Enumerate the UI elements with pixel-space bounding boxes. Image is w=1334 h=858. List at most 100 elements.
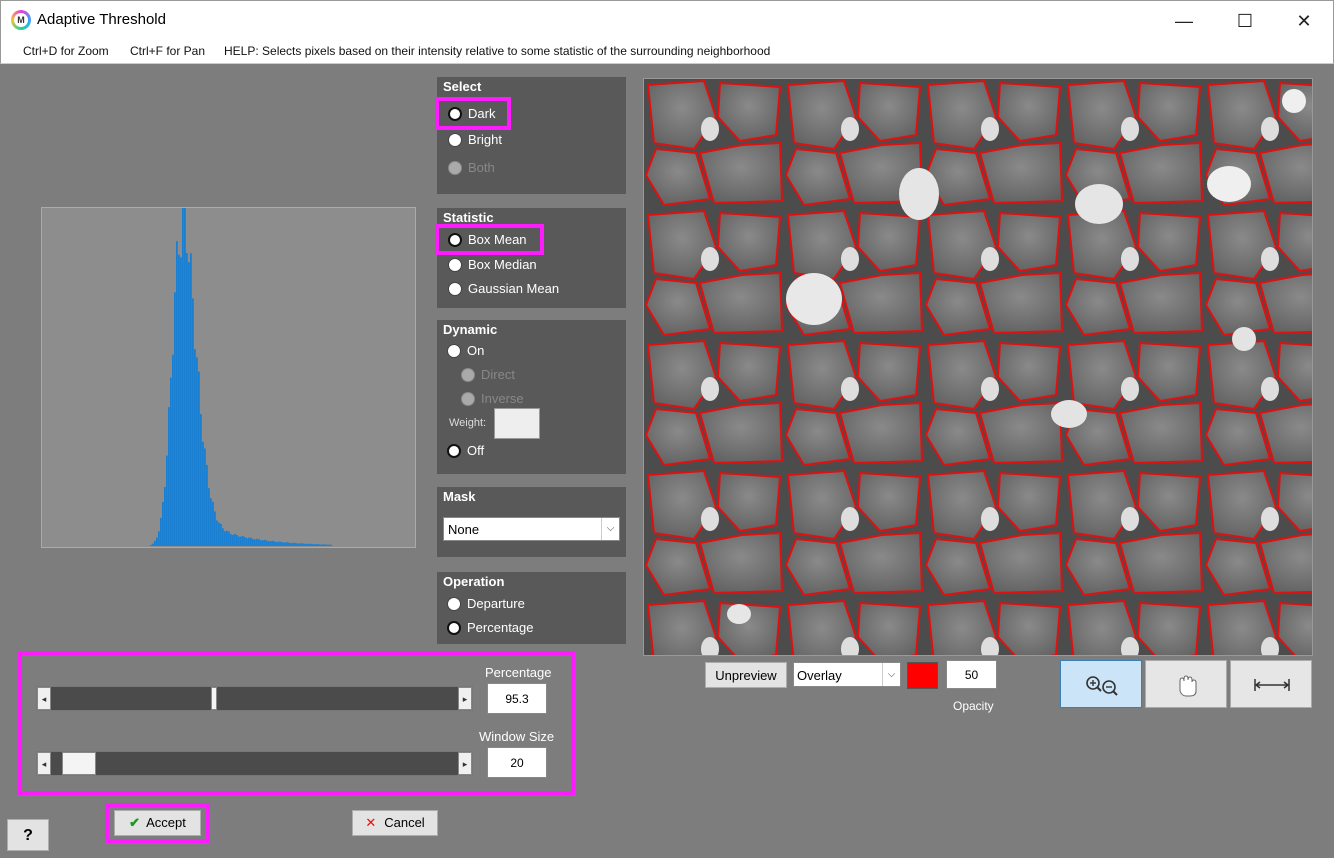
- radio-gaussian-mean[interactable]: Gaussian Mean: [448, 281, 559, 296]
- pan-tool-button[interactable]: [1145, 660, 1227, 708]
- slider-right-arrow-icon[interactable]: ▸: [458, 752, 472, 775]
- radio-dynamic-on-icon[interactable]: [447, 343, 461, 358]
- unpreview-button[interactable]: Unpreview: [705, 662, 787, 688]
- operation-title: Operation: [443, 574, 505, 589]
- histogram-bar: [280, 541, 282, 546]
- opacity-label: Opacity: [953, 699, 994, 713]
- histogram-bar: [282, 542, 284, 546]
- histogram-bar: [288, 542, 290, 546]
- histogram-bar: [170, 377, 172, 546]
- maximize-button[interactable]: ☐: [1222, 7, 1268, 35]
- histogram-bar: [172, 354, 174, 546]
- window-size-label: Window Size: [479, 729, 555, 744]
- radio-dynamic-on[interactable]: On: [447, 343, 484, 358]
- weight-field[interactable]: [494, 408, 540, 439]
- radio-departure-label: Departure: [467, 596, 525, 611]
- histogram-bar: [276, 542, 278, 546]
- histogram-bar: [300, 543, 302, 546]
- histogram-bar: [274, 541, 276, 546]
- radio-both-icon: [448, 160, 462, 175]
- window-size-slider[interactable]: ◂ ▸: [36, 751, 473, 776]
- histogram-bar: [328, 544, 330, 546]
- radio-box-median[interactable]: Box Median: [448, 257, 537, 272]
- histogram-bar: [240, 536, 242, 546]
- radio-box-median-icon[interactable]: [448, 257, 462, 272]
- histogram-bar: [206, 464, 208, 546]
- histogram-bar: [174, 292, 176, 546]
- slider-left-arrow-icon[interactable]: ◂: [37, 752, 51, 775]
- histogram-bar: [304, 543, 306, 546]
- radio-dynamic-off-icon[interactable]: [447, 443, 461, 458]
- histogram-bar: [250, 537, 252, 546]
- close-button[interactable]: ✕: [1281, 7, 1327, 35]
- zoom-hint: Ctrl+D for Zoom: [23, 44, 109, 58]
- histogram-bar: [316, 544, 318, 546]
- histogram-bar: [218, 522, 220, 546]
- radio-bright-icon[interactable]: [448, 132, 462, 147]
- overlay-color-swatch[interactable]: [907, 662, 938, 689]
- histogram-bar: [228, 531, 230, 546]
- slider-right-arrow-icon[interactable]: ▸: [458, 687, 472, 710]
- histogram-bar: [322, 544, 324, 546]
- zoom-tool-button[interactable]: [1060, 660, 1142, 708]
- window-title: Adaptive Threshold: [37, 11, 166, 28]
- percentage-field[interactable]: 95.3: [487, 683, 547, 714]
- cancel-button[interactable]: ✕ Cancel: [352, 810, 438, 836]
- accept-button[interactable]: ✔ Accept: [114, 810, 201, 836]
- histogram-bar: [202, 441, 204, 546]
- histogram-bar: [272, 540, 274, 546]
- image-preview[interactable]: [643, 78, 1313, 656]
- fit-tool-button[interactable]: [1230, 660, 1312, 708]
- mask-title: Mask: [443, 489, 476, 504]
- histogram-bar: [324, 544, 326, 546]
- mask-dropdown[interactable]: None ⌵: [443, 517, 620, 541]
- radio-dynamic-off[interactable]: Off: [447, 443, 484, 458]
- histogram-bar: [330, 544, 332, 546]
- help-button[interactable]: ?: [7, 819, 49, 851]
- minimize-button[interactable]: —: [1161, 7, 1207, 35]
- overlay-mode-dropdown[interactable]: Overlay ⌵: [793, 662, 901, 687]
- window-size-slider-thumb[interactable]: [62, 752, 97, 775]
- slider-left-arrow-icon[interactable]: ◂: [37, 687, 51, 710]
- select-panel: Select Dark Bright Both: [437, 77, 626, 194]
- radio-bright[interactable]: Bright: [448, 132, 502, 147]
- radio-percentage-label: Percentage: [467, 620, 534, 635]
- radio-percentage-icon[interactable]: [447, 620, 461, 635]
- histogram-bar: [224, 531, 226, 546]
- histogram-bar: [196, 357, 198, 546]
- hand-icon: [1179, 675, 1197, 697]
- chevron-down-icon[interactable]: ⌵: [601, 518, 619, 540]
- histogram-bar: [212, 501, 214, 546]
- histogram-bar: [290, 543, 292, 546]
- operation-panel: Operation Departure Percentage: [437, 572, 626, 644]
- histogram-bar: [310, 543, 312, 546]
- radio-gaussian-mean-label: Gaussian Mean: [468, 281, 560, 296]
- histogram-bar: [252, 538, 254, 546]
- window-size-field[interactable]: 20: [487, 747, 547, 778]
- percentage-slider-thumb[interactable]: [211, 687, 218, 710]
- histogram-bar: [232, 534, 234, 546]
- histogram-bar: [150, 544, 152, 546]
- percentage-slider[interactable]: ◂ ▸: [36, 686, 473, 711]
- histogram-bar: [178, 254, 180, 546]
- chevron-down-icon[interactable]: ⌵: [882, 663, 900, 686]
- histogram-bar: [158, 531, 160, 546]
- fit-width-icon: [1254, 679, 1290, 691]
- radio-departure-icon[interactable]: [447, 596, 461, 611]
- histogram-bar: [242, 535, 244, 546]
- app-logo-icon: [11, 10, 31, 30]
- zoom-in-out-icon: [1086, 676, 1118, 696]
- histogram-bar: [284, 542, 286, 546]
- histogram-bar: [258, 539, 260, 546]
- opacity-field[interactable]: 50: [946, 660, 997, 689]
- radio-departure[interactable]: Departure: [447, 596, 525, 611]
- histogram-bar: [230, 534, 232, 546]
- title-bar: Adaptive Threshold — ☐ ✕: [0, 0, 1334, 40]
- radio-percentage[interactable]: Percentage: [447, 620, 534, 635]
- radio-both: Both: [448, 160, 495, 175]
- cancel-label: Cancel: [384, 815, 425, 830]
- radio-gaussian-mean-icon[interactable]: [448, 281, 462, 296]
- checkmark-icon: ✔: [129, 815, 141, 830]
- radio-bright-label: Bright: [468, 132, 502, 147]
- radio-dynamic-off-label: Off: [467, 443, 485, 458]
